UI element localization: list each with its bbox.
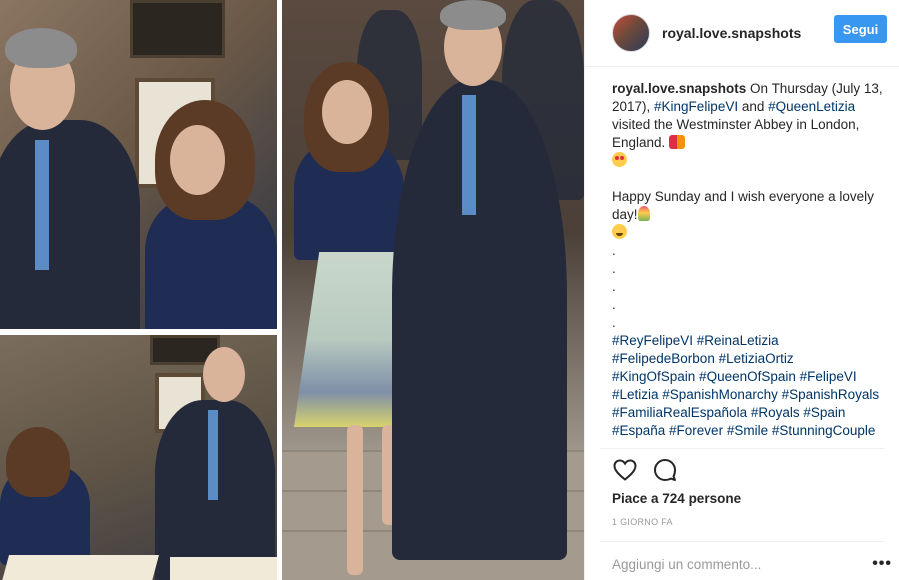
dot-line: . (612, 279, 616, 294)
more-options-icon[interactable]: ••• (870, 556, 892, 572)
king-tie (35, 140, 49, 270)
hashtag-line[interactable]: #ReyFelipeVI #ReinaLetizia (612, 332, 892, 350)
photo-tile-walking (282, 0, 584, 580)
comment-input[interactable] (612, 556, 870, 572)
queen-face (322, 80, 372, 144)
likes-count[interactable]: Piace a 724 persone (612, 491, 741, 506)
king-suit (0, 120, 140, 329)
hashtag-line[interactable]: #KingOfSpain #QueenOfSpain #FelipeVI (612, 368, 892, 386)
post-info-panel: royal.love.snapshots Segui royal.love.sn… (584, 0, 899, 580)
king-hair (440, 0, 506, 30)
follow-button[interactable]: Segui (834, 15, 887, 43)
queen-leg (347, 425, 363, 575)
caption-greeting: Happy Sunday and I wish everyone a lovel… (612, 188, 892, 224)
caption-segment: and (738, 99, 769, 114)
hashtag-line[interactable]: #Letizia #SpanishMonarchy #SpanishRoyals (612, 386, 892, 404)
post-timestamp: 1 GIORNO FA (612, 517, 673, 527)
king-tie (462, 95, 476, 215)
couple-emoji-icon (669, 135, 686, 149)
divider (600, 541, 884, 542)
dot-line: . (612, 297, 616, 312)
hashtag-link[interactable]: #QueenLetizia (768, 99, 855, 114)
wall-plaque (130, 0, 225, 58)
avatar[interactable] (612, 14, 650, 52)
comment-bubble-icon-svg (654, 459, 676, 481)
king-face (203, 347, 245, 402)
caption-area: royal.love.snapshots On Thursday (July 1… (612, 80, 892, 448)
emoji-line (612, 152, 892, 170)
header-username[interactable]: royal.love.snapshots (662, 25, 801, 41)
heart-eyes-emoji-icon (612, 152, 627, 167)
dot-line: . (612, 315, 616, 330)
hashtag-link[interactable]: #KingFelipeVI (654, 99, 738, 114)
divider (600, 448, 884, 449)
king-tie (208, 410, 218, 500)
action-bar (612, 456, 692, 484)
greeting-text: Happy Sunday and I wish everyone a lovel… (612, 189, 874, 222)
comment-row: ••• (612, 552, 892, 576)
dot-line: . (612, 243, 616, 258)
post-photo[interactable] (0, 0, 584, 580)
queen-hair (6, 427, 70, 497)
king-suit (392, 80, 567, 560)
guest-book-page (170, 557, 277, 580)
dot-line: . (612, 261, 616, 276)
photo-tile-king-queen-smiling (0, 0, 277, 329)
heart-icon-svg (613, 459, 637, 481)
photo-tile-signing-book (0, 335, 277, 580)
post-header: royal.love.snapshots Segui (585, 0, 899, 67)
grinning-emoji-icon (612, 224, 627, 239)
caption-segment: visited the Westminster Abbey in London,… (612, 117, 860, 150)
hashtag-line[interactable]: #España #Forever #Smile #StunningCouple (612, 422, 892, 440)
emoji-line (612, 224, 892, 242)
heart-icon[interactable] (612, 457, 638, 483)
bouquet-emoji-icon (637, 206, 650, 221)
hashtag-line[interactable]: #FamiliaRealEspañola #Royals #Spain (612, 404, 892, 422)
hashtag-line[interactable]: #FelipedeBorbon #LetiziaOrtiz (612, 350, 892, 368)
king-hair (5, 28, 77, 68)
caption-text: royal.love.snapshots On Thursday (July 1… (612, 80, 892, 152)
guest-book (0, 555, 160, 580)
queen-face (170, 125, 225, 195)
caption-username[interactable]: royal.love.snapshots (612, 81, 746, 96)
comment-bubble-icon[interactable] (652, 457, 678, 483)
